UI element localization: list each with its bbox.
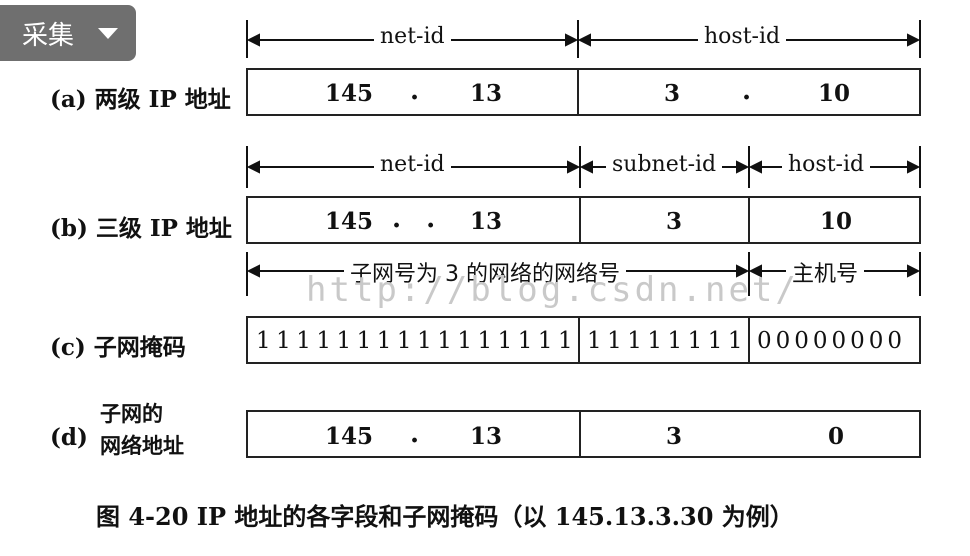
header-a-net: net-id bbox=[374, 24, 451, 49]
row-d-prefix: (d) bbox=[50, 424, 88, 451]
row-c-divider1 bbox=[578, 316, 580, 364]
arrowhead-a2 bbox=[565, 33, 579, 47]
row-d-dot: . bbox=[410, 419, 420, 449]
row-d-octet3: 3 bbox=[666, 423, 683, 450]
row-c-bits-subnet: 11111111 bbox=[587, 328, 749, 354]
arrowhead-b1 bbox=[246, 160, 260, 174]
arrowhead-b6 bbox=[907, 160, 921, 174]
arrowhead-b4 bbox=[736, 160, 750, 174]
arrowhead-b2 bbox=[567, 160, 581, 174]
row-a-octet4: 10 bbox=[818, 80, 851, 107]
arrowhead-a4 bbox=[907, 33, 921, 47]
row-a-divider bbox=[577, 68, 579, 116]
row-b-divider1 bbox=[579, 196, 581, 244]
arrowhead-a1 bbox=[246, 33, 260, 47]
row-d-divider bbox=[579, 410, 581, 458]
row-b-octet1: 145 bbox=[325, 208, 374, 235]
row-b-octet3: 3 bbox=[666, 208, 683, 235]
row-a-dot1: . bbox=[410, 76, 420, 106]
row-d-octet1: 145 bbox=[325, 423, 374, 450]
watermark: http://blog.csdn.net/ bbox=[306, 270, 799, 310]
row-b-label: (b) 三级 IP 地址 bbox=[50, 215, 232, 242]
row-a-octet2: 13 bbox=[470, 80, 503, 107]
header-b-subnet: subnet-id bbox=[606, 152, 723, 177]
row-a-label: (a) 两级 IP 地址 bbox=[50, 86, 231, 113]
row-c-bits-host: 00000000 bbox=[757, 328, 907, 354]
row-a-octet1: 145 bbox=[325, 80, 374, 107]
row-b-divider2 bbox=[748, 196, 750, 244]
arrowhead-a3 bbox=[577, 33, 591, 47]
arrowhead-b7 bbox=[246, 264, 260, 278]
row-d-octet4: 0 bbox=[828, 423, 845, 450]
figure-caption: 图 4-20 IP 地址的各字段和子网掩码（以 145.13.3.30 为例） bbox=[96, 502, 794, 531]
row-a-dot2: . bbox=[742, 76, 752, 106]
row-c-bits-net: 1111111111111111 bbox=[256, 328, 579, 354]
row-d-label-line1: 子网的 bbox=[100, 401, 163, 426]
row-b-dots: . . bbox=[392, 204, 444, 234]
arrowhead-b5 bbox=[748, 160, 762, 174]
row-d-octet2: 13 bbox=[470, 423, 503, 450]
row-c-divider2 bbox=[748, 316, 750, 364]
arrowhead-b10 bbox=[907, 264, 921, 278]
row-c-label: (c) 子网掩码 bbox=[50, 334, 186, 361]
row-b-octet4: 10 bbox=[820, 208, 853, 235]
row-a-octet3: 3 bbox=[664, 80, 681, 107]
row-d-label-line2: 网络地址 bbox=[100, 433, 184, 458]
header-b-net: net-id bbox=[374, 152, 451, 177]
header-a-host: host-id bbox=[698, 24, 787, 49]
header-b-host: host-id bbox=[782, 152, 871, 177]
row-b-octet2: 13 bbox=[470, 208, 503, 235]
arrowhead-b3 bbox=[579, 160, 593, 174]
